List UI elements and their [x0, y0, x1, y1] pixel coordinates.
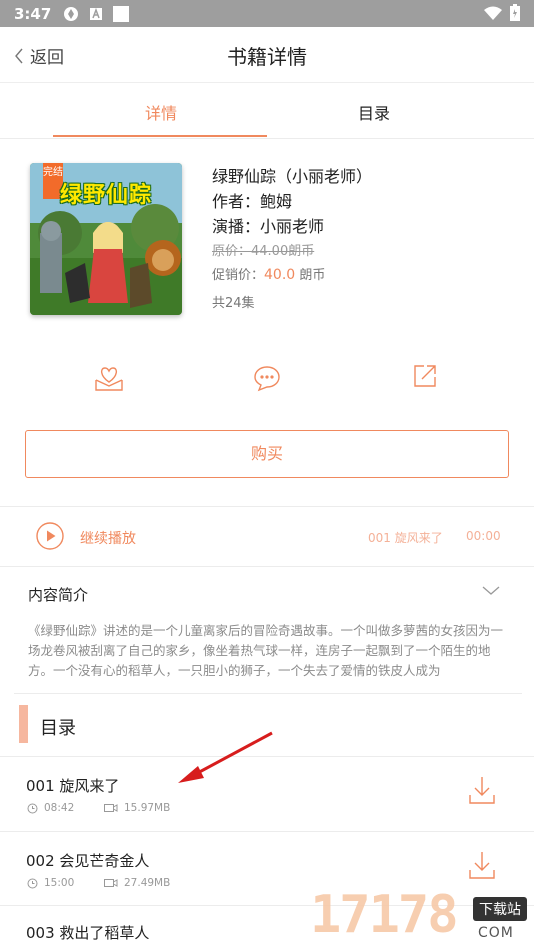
chevron-down-icon[interactable]: [482, 586, 500, 596]
video-icon: [104, 804, 118, 812]
sync-icon: [64, 6, 79, 21]
download-button[interactable]: [468, 850, 496, 884]
share-icon: [414, 365, 436, 387]
app-icon: [90, 7, 103, 20]
favorite-icon: [95, 367, 123, 391]
promo-price: 促销价：40.0 朗币: [212, 264, 372, 283]
toc-title: 目录: [40, 718, 76, 739]
site-watermark: 17178 下载站 COM: [310, 885, 534, 950]
wifi-icon: [484, 6, 502, 20]
episode-duration: 15:00: [44, 877, 75, 889]
comment-icon: [254, 366, 280, 392]
square-icon: [113, 5, 130, 22]
favorite-button[interactable]: [94, 364, 124, 396]
continue-time: 00:00: [466, 529, 501, 543]
episode-size: 27.49MB: [124, 877, 171, 889]
status-time: 3:47: [14, 4, 52, 23]
intro-title: 内容简介: [28, 586, 89, 604]
status-bar: 3:47: [0, 0, 534, 27]
nav-bar: 返回 书籍详情: [0, 27, 534, 83]
annotation-arrow: [178, 731, 273, 783]
clock-icon: [27, 803, 38, 813]
tab-underline: [53, 135, 267, 137]
episode-count: 共24集: [212, 296, 255, 311]
download-icon: [469, 852, 495, 879]
video-icon: [104, 879, 118, 887]
promo-unit: 朗币: [295, 268, 326, 283]
page-title: 书籍详情: [227, 45, 307, 69]
book-info: 绿野仙踪（小丽老师） 作者：鲍姆 演播：小丽老师 原价：44.00朗币 促销价：…: [212, 163, 372, 311]
continue-play-row[interactable]: 继续播放 001 旋风来了 00:00: [0, 508, 534, 566]
book-narrator: 演播：小丽老师: [212, 217, 325, 236]
download-icon: [469, 777, 495, 804]
tab-detail[interactable]: 详情: [145, 100, 177, 124]
comment-button[interactable]: [253, 364, 281, 396]
divider: [0, 506, 534, 507]
tab-toc[interactable]: 目录: [358, 100, 390, 124]
cover-title: 绿野仙踪: [60, 183, 153, 208]
play-button[interactable]: [36, 522, 64, 554]
episode-duration: 08:42: [44, 802, 75, 814]
book-cover: 完结 绿野仙踪: [30, 163, 182, 315]
continue-episode: 001 旋风来了: [368, 531, 443, 545]
buy-button[interactable]: 购买: [25, 430, 509, 478]
episode-size: 15.97MB: [124, 802, 171, 814]
share-button[interactable]: [413, 364, 437, 392]
watermark-suffix: COM: [478, 925, 514, 941]
book-author: 作者：鲍姆: [212, 192, 293, 211]
promo-value: 40.0: [264, 267, 296, 283]
tab-bar: 详情 目录: [0, 83, 534, 138]
toc-accent-bar: [19, 705, 28, 743]
download-button[interactable]: [468, 775, 496, 809]
episode-meta: 08:42 15.97MB: [27, 802, 170, 814]
clock-icon: [27, 878, 38, 888]
play-icon: [36, 522, 64, 550]
book-title: 绿野仙踪（小丽老师）: [212, 167, 373, 186]
episode-meta: 15:00 27.49MB: [27, 877, 170, 889]
battery-icon: [510, 4, 520, 21]
episode-name: 003 救出了稻草人: [26, 924, 150, 942]
continue-label: 继续播放: [80, 531, 136, 547]
episode-name: 001 旋风来了: [26, 777, 120, 795]
divider: [0, 138, 534, 139]
divider: [0, 566, 534, 567]
divider: [14, 693, 522, 694]
action-row: [0, 364, 534, 394]
watermark-badge: 下载站: [473, 897, 527, 921]
original-price: 原价：44.00朗币: [212, 244, 315, 259]
watermark-number: 17178: [310, 885, 459, 945]
episode-name: 002 会见芒奇金人: [26, 852, 150, 870]
promo-label: 促销价：: [212, 268, 265, 283]
intro-text: 《绿野仙踪》讲述的是一个儿童离家后的冒险奇遇故事。一个叫做多萝茜的女孩因为一场龙…: [28, 623, 504, 678]
